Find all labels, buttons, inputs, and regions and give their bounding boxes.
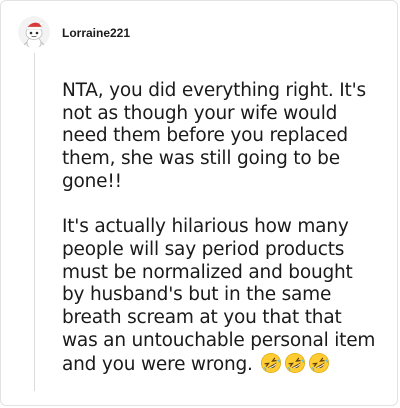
rolling-on-floor-laughing-emoji-icon — [261, 353, 282, 374]
comment-body: NTA, you did everything right. It's not … — [62, 80, 380, 377]
rolling-on-floor-laughing-emoji-icon — [285, 353, 306, 374]
rolling-on-floor-laughing-emoji-icon — [309, 353, 330, 374]
snoo-avatar-icon — [18, 16, 50, 48]
comment-paragraph-2: It's actually hilarious how many people … — [62, 216, 380, 377]
emoji-row — [258, 353, 330, 375]
comment-card: Lorraine221 NTA, you did everything righ… — [0, 0, 398, 406]
thread-line[interactable] — [34, 53, 35, 391]
avatar[interactable] — [18, 16, 50, 48]
comment-paragraph-1: NTA, you did everything right. It's not … — [62, 80, 366, 192]
username-link[interactable]: Lorraine221 — [62, 25, 130, 41]
